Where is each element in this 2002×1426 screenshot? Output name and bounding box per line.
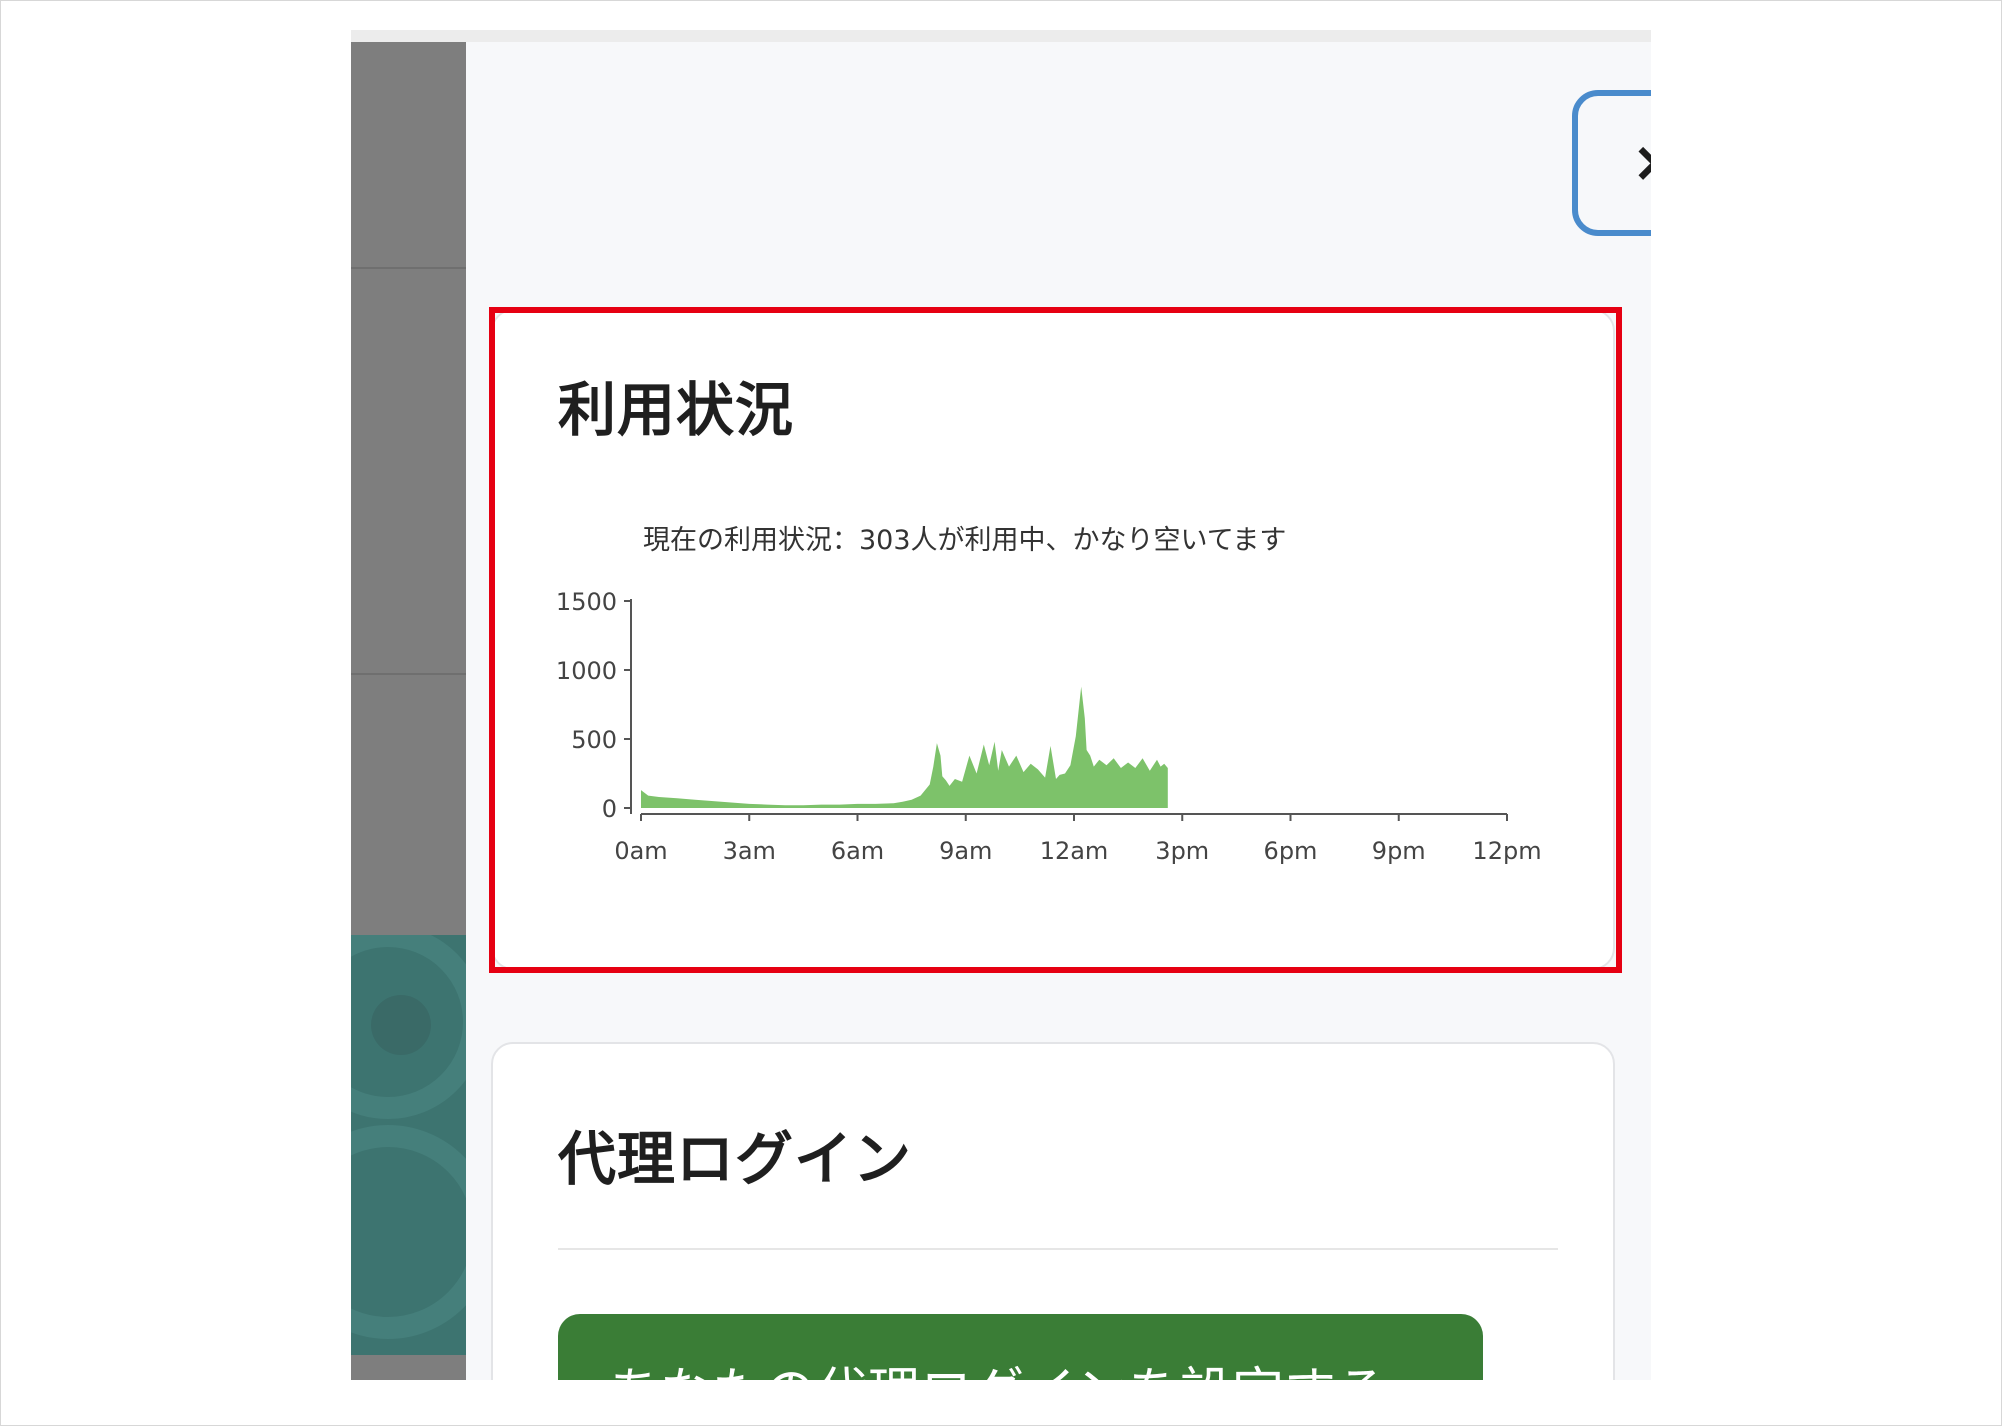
card-divider (558, 1248, 1558, 1250)
background-decoration (371, 995, 431, 1055)
dimmed-background (351, 42, 466, 1380)
chart-title: 現在の利用状況：303人が利用中、かなり空いてます (643, 525, 1286, 556)
y-tick-label: 0 (602, 795, 617, 823)
chart-x-axis: 0am 3am 6am 9am 12am 3pm 6pm 9pm 12pm (614, 813, 1542, 865)
y-tick-label: 1500 (556, 588, 617, 616)
close-button[interactable]: × (1572, 90, 1651, 236)
y-tick-label: 500 (571, 726, 617, 754)
proxy-login-title: 代理ログイン (558, 1125, 913, 1193)
background-divider (351, 673, 466, 675)
x-tick-label: 9am (939, 837, 992, 865)
x-tick-label: 3pm (1155, 837, 1209, 865)
background-image-area (351, 935, 466, 1355)
chart-plot-area (641, 686, 1168, 808)
app-viewport: × 利用状況 現在の利用状況：303人が利用中、かなり空いてます 0500100… (351, 30, 1651, 1380)
x-tick-label: 12am (1040, 837, 1109, 865)
configure-proxy-login-button[interactable]: あなたの代理ログインを設定する (558, 1314, 1483, 1380)
chart-y-axis: 0 500 1000 1500 (556, 588, 632, 823)
x-tick-label: 12pm (1472, 837, 1541, 865)
x-tick-label: 3am (723, 837, 776, 865)
x-tick-label: 6am (831, 837, 884, 865)
y-tick-label: 1000 (556, 657, 617, 685)
chart-area-series (641, 686, 1168, 808)
background-decoration (351, 1125, 466, 1339)
proxy-login-card: 代理ログイン あなたの代理ログインを設定する (491, 1042, 1615, 1380)
side-panel: × 利用状況 現在の利用状況：303人が利用中、かなり空いてます 0500100… (466, 42, 1651, 1380)
background-divider (351, 267, 466, 269)
x-tick-label: 6pm (1264, 837, 1318, 865)
x-tick-label: 0am (614, 837, 667, 865)
x-tick-label: 9pm (1372, 837, 1426, 865)
usage-card: 利用状況 現在の利用状況：303人が利用中、かなり空いてます 0 500 1000 1… (491, 309, 1615, 970)
close-icon: × (1632, 135, 1651, 191)
usage-chart: 現在の利用状況：303人が利用中、かなり空いてます 0 500 1000 1500 0… (556, 525, 1542, 865)
